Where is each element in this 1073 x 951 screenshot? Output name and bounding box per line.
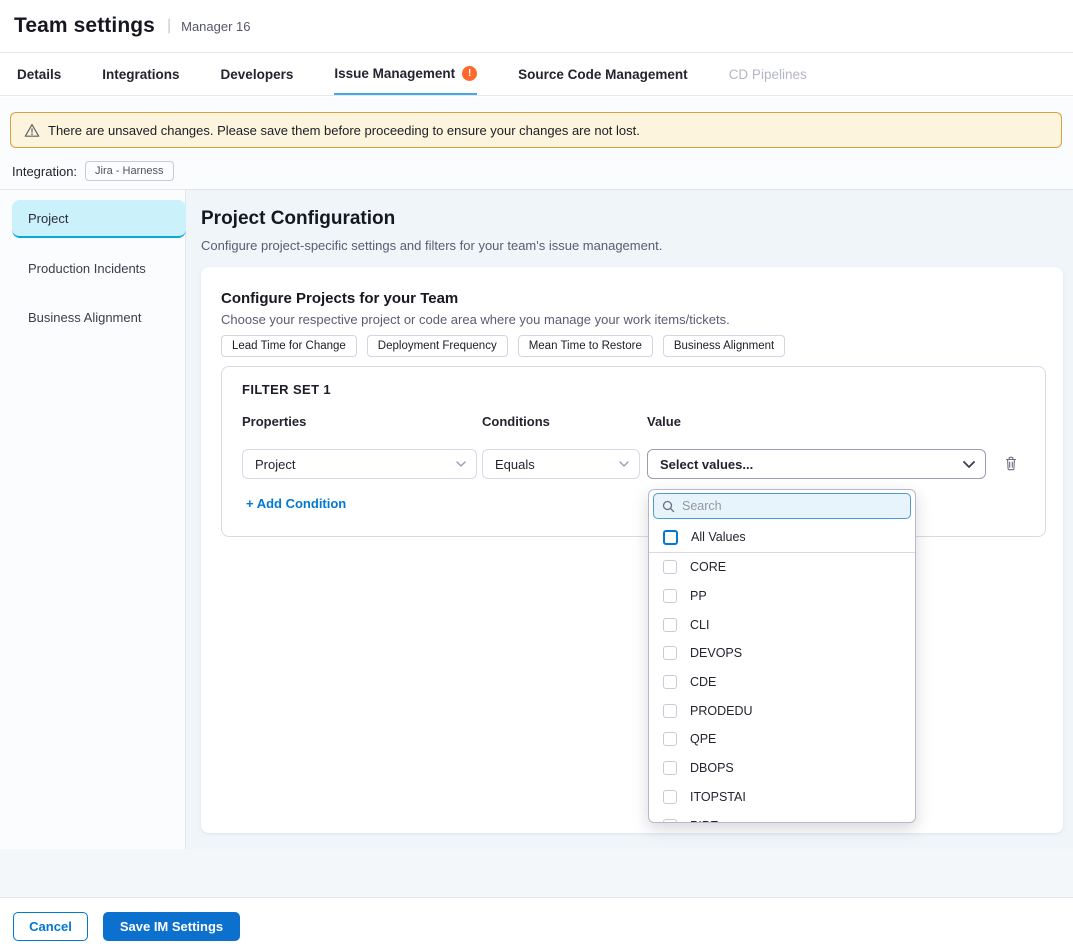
unsaved-changes-badge-icon: ! (462, 66, 477, 81)
chip-deployment-frequency[interactable]: Deployment Frequency (367, 335, 508, 357)
checkbox[interactable] (663, 560, 677, 574)
dropdown-search-area (649, 490, 915, 522)
team-name: Manager 16 (181, 19, 250, 34)
delete-filter-icon[interactable] (1003, 455, 1021, 473)
chevron-down-icon (619, 461, 629, 467)
option-devops[interactable]: DEVOPS (649, 639, 915, 668)
filter-set-title: FILTER SET 1 (242, 382, 331, 397)
save-im-settings-button[interactable]: Save IM Settings (103, 912, 240, 941)
properties-select[interactable]: Project (242, 449, 477, 479)
metric-chips: Lead Time for Change Deployment Frequenc… (221, 335, 785, 357)
value-dropdown-panel: All Values CORE PP CLI DEVOPS CDE PRODED… (648, 489, 916, 823)
sub-header-section: There are unsaved changes. Please save t… (0, 97, 1073, 190)
main-panel: Project Configuration Configure project-… (186, 190, 1073, 849)
section-title: Project Configuration (201, 208, 395, 230)
option-prodedu[interactable]: PRODEDU (649, 696, 915, 725)
checkbox[interactable] (663, 589, 677, 603)
checkbox[interactable] (663, 646, 677, 660)
sidebar-item-project[interactable]: Project (12, 200, 186, 238)
column-header-conditions: Conditions (482, 414, 550, 429)
checkbox[interactable] (663, 761, 677, 775)
option-itopstai[interactable]: ITOPSTAI (649, 783, 915, 812)
column-header-value: Value (647, 414, 681, 429)
footer-spacer (0, 849, 1073, 898)
option-dbops[interactable]: DBOPS (649, 754, 915, 783)
title-divider: | (167, 17, 171, 35)
integration-row: Integration: Jira - Harness (12, 161, 174, 181)
card-description: Choose your respective project or code a… (221, 312, 730, 327)
tab-issue-management[interactable]: Issue Management ! (334, 53, 477, 95)
dropdown-search-field[interactable] (653, 493, 911, 519)
filter-set-1: FILTER SET 1 Properties Conditions Value… (221, 366, 1046, 537)
checkbox[interactable] (663, 704, 677, 718)
chevron-down-icon (456, 461, 466, 467)
header: Team settings | Manager 16 (0, 0, 1073, 53)
option-pp[interactable]: PP (649, 582, 915, 611)
option-pipe[interactable]: PIPE (649, 811, 915, 823)
column-header-properties: Properties (242, 414, 306, 429)
dropdown-options-list: CORE PP CLI DEVOPS CDE PRODEDU QPE DBOPS… (649, 553, 915, 823)
search-input[interactable] (682, 499, 902, 513)
checkbox[interactable] (663, 790, 677, 804)
option-core[interactable]: CORE (649, 553, 915, 582)
chip-business-alignment[interactable]: Business Alignment (663, 335, 785, 357)
banner-message: There are unsaved changes. Please save t… (48, 123, 640, 138)
chip-lead-time-for-change[interactable]: Lead Time for Change (221, 335, 357, 357)
option-qpe[interactable]: QPE (649, 725, 915, 754)
tab-integrations[interactable]: Integrations (102, 53, 179, 95)
section-description: Configure project-specific settings and … (201, 238, 662, 253)
search-icon (662, 500, 675, 513)
value-multiselect[interactable]: Select values... (647, 449, 986, 479)
checkbox[interactable] (663, 675, 677, 689)
sidebar-item-production-incidents[interactable]: Production Incidents (12, 249, 186, 287)
all-values-option[interactable]: All Values (649, 522, 915, 552)
checkbox[interactable] (663, 618, 677, 632)
tabbar: Details Integrations Developers Issue Ma… (0, 53, 1073, 96)
add-condition-button[interactable]: + Add Condition (246, 496, 346, 511)
tab-details[interactable]: Details (17, 53, 61, 95)
card-title: Configure Projects for your Team (221, 290, 458, 307)
settings-sidebar: Project Production Incidents Business Al… (0, 190, 186, 849)
cancel-button[interactable]: Cancel (13, 912, 88, 941)
tab-source-code-management[interactable]: Source Code Management (518, 53, 688, 95)
chevron-down-icon (963, 461, 975, 468)
tab-cd-pipelines: CD Pipelines (729, 53, 807, 95)
chip-mean-time-to-restore[interactable]: Mean Time to Restore (518, 335, 653, 357)
integration-chip[interactable]: Jira - Harness (85, 161, 173, 181)
unsaved-changes-banner: There are unsaved changes. Please save t… (10, 112, 1062, 148)
checkbox[interactable] (663, 819, 677, 823)
all-values-checkbox[interactable] (663, 530, 678, 545)
page-title: Team settings (14, 14, 155, 38)
footer-actions: Cancel Save IM Settings (0, 898, 1073, 951)
checkbox[interactable] (663, 732, 677, 746)
sidebar-item-business-alignment[interactable]: Business Alignment (12, 298, 186, 336)
configure-projects-card: Configure Projects for your Team Choose … (201, 267, 1063, 833)
option-cli[interactable]: CLI (649, 610, 915, 639)
option-cde[interactable]: CDE (649, 668, 915, 697)
warning-icon (24, 123, 40, 138)
team-settings-page: Team settings | Manager 16 Details Integ… (0, 0, 1073, 951)
conditions-select[interactable]: Equals (482, 449, 640, 479)
integration-label: Integration: (12, 164, 77, 179)
tab-developers[interactable]: Developers (221, 53, 294, 95)
